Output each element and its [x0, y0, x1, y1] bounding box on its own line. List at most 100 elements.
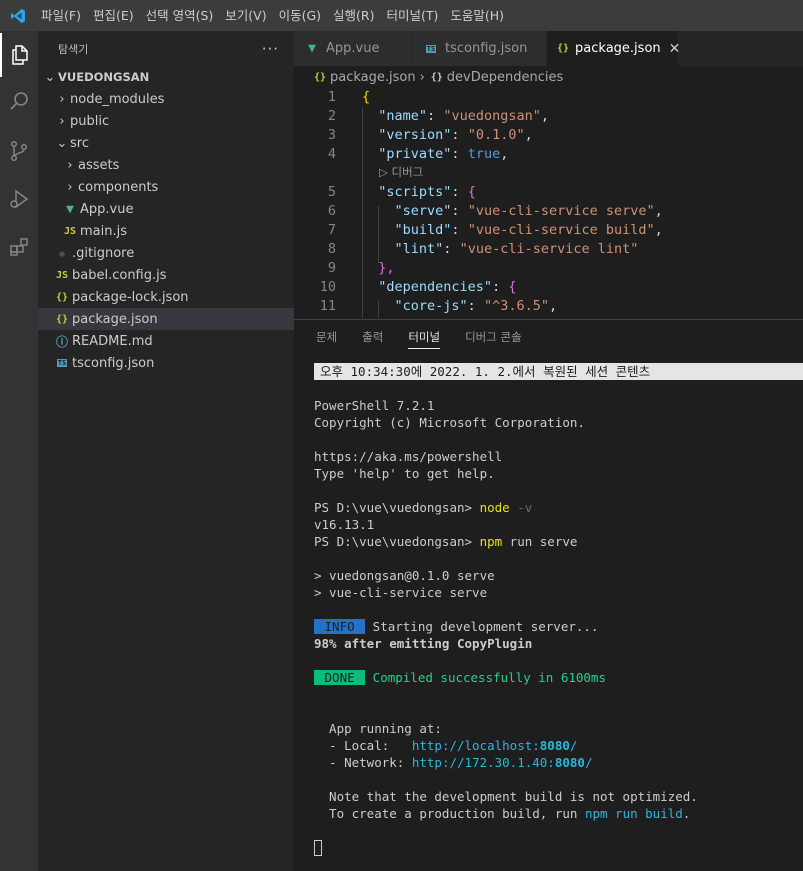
- tree-item-label: assets: [78, 157, 120, 173]
- editor-tab-bar: ▼ App.vue TS tsconfig.json {} package.js…: [294, 31, 803, 66]
- code-editor[interactable]: 1{ 2 "name": "vuedongsan", 3 "version": …: [294, 88, 803, 318]
- git-icon: ◆: [58, 246, 66, 260]
- tree-item-src[interactable]: ⌄ src: [38, 132, 294, 154]
- tab-app-vue[interactable]: ▼ App.vue: [294, 31, 413, 66]
- more-actions-icon[interactable]: ···: [262, 40, 279, 58]
- terminal-cursor: [314, 840, 322, 856]
- code-line: 3 "version": "0.1.0",: [327, 127, 533, 143]
- explorer-header: 탐색기 ···: [38, 31, 294, 66]
- tree-item-tsconfig[interactable]: TS tsconfig.json: [38, 352, 294, 374]
- debug-codelens[interactable]: ▷ 디버그: [379, 164, 423, 180]
- network-url-link[interactable]: http://172.30.1.40:8080/: [412, 755, 593, 770]
- menu-help[interactable]: 도움말(H): [444, 0, 510, 31]
- chevron-down-icon: ⌄: [56, 135, 68, 151]
- tree-item-label: node_modules: [70, 91, 165, 107]
- menu-go[interactable]: 이동(G): [273, 0, 327, 31]
- json-icon: {}: [557, 43, 570, 54]
- chevron-down-icon: ⌄: [44, 69, 56, 85]
- tab-label: App.vue: [326, 41, 380, 56]
- tree-item-main-js[interactable]: JS main.js: [38, 220, 294, 242]
- code-line: 1{: [327, 89, 371, 105]
- menu-edit[interactable]: 편집(E): [87, 0, 140, 31]
- ts-icon: TS: [56, 359, 68, 367]
- chevron-right-icon: ›: [59, 91, 65, 107]
- menu-file[interactable]: 파일(F): [35, 0, 87, 31]
- json-icon: {}: [55, 313, 69, 325]
- terminal-line: Copyright (c) Microsoft Corporation.: [314, 415, 585, 430]
- tree-item-assets[interactable]: › assets: [38, 154, 294, 176]
- terminal-line: INFO Starting development server...: [314, 618, 598, 635]
- vue-icon: ▼: [66, 201, 74, 217]
- activity-bar: [0, 31, 38, 871]
- tree-item-label: tsconfig.json: [72, 355, 155, 371]
- tree-item-readme[interactable]: ⓘ README.md: [38, 330, 294, 352]
- tree-item-label: App.vue: [80, 201, 134, 217]
- extensions-icon[interactable]: [0, 225, 38, 269]
- terminal-line: PowerShell 7.2.1: [314, 398, 435, 413]
- source-control-icon[interactable]: [0, 129, 38, 173]
- menu-terminal[interactable]: 터미널(T): [381, 0, 445, 31]
- restored-session-banner: 오후 10:34:30에 2022. 1. 2.에서 복원된 세션 콘텐츠: [314, 363, 803, 380]
- info-icon: ⓘ: [55, 334, 68, 349]
- tree-root-folder[interactable]: ⌄ VUEDONGSAN: [38, 66, 294, 88]
- chevron-right-icon: ›: [59, 113, 65, 129]
- tree-item-label: public: [70, 113, 110, 129]
- terminal-line: 98% after emitting CopyPlugin: [314, 636, 533, 651]
- tree-item-label: package.json: [72, 311, 158, 327]
- tree-item-package-json[interactable]: {} package.json: [38, 308, 294, 330]
- terminal-line: To create a production build, run npm ru…: [314, 806, 691, 821]
- tree-item-package-lock[interactable]: {} package-lock.json: [38, 286, 294, 308]
- js-icon: JS: [55, 269, 69, 281]
- explorer-title: 탐색기: [58, 42, 89, 56]
- tree-item-app-vue[interactable]: ▼ App.vue: [38, 198, 294, 220]
- code-line: 11 "core-js": "^3.6.5",: [319, 298, 558, 314]
- local-url-link[interactable]: http://localhost:8080/: [412, 738, 578, 753]
- tree-item-label: package-lock.json: [72, 289, 189, 305]
- tab-debug-console[interactable]: 디버그 콘솔: [465, 320, 522, 355]
- menu-run[interactable]: 실행(R): [327, 0, 380, 31]
- ts-icon: TS: [425, 44, 437, 53]
- json-icon: {}: [313, 71, 327, 83]
- tab-output[interactable]: 출력: [362, 320, 383, 355]
- explorer-icon[interactable]: [0, 33, 38, 77]
- tab-label: tsconfig.json: [445, 41, 528, 56]
- tab-tsconfig[interactable]: TS tsconfig.json: [413, 31, 547, 66]
- terminal-line: v16.13.1: [314, 517, 375, 532]
- tab-label: package.json: [575, 41, 661, 56]
- terminal-line: https://aka.ms/powershell: [314, 449, 503, 464]
- tree-item-components[interactable]: › components: [38, 176, 294, 198]
- close-icon[interactable]: ✕: [669, 41, 681, 57]
- code-line: 9 },: [327, 260, 395, 276]
- tree-item-babel-config[interactable]: JS babel.config.js: [38, 264, 294, 286]
- bottom-panel: 문제 출력 터미널 디버그 콘솔 오후 10:34:30에 2022. 1. 2…: [294, 319, 803, 871]
- tab-problems[interactable]: 문제: [316, 320, 337, 355]
- terminal-line: - Local: http://localhost:8080/: [314, 738, 578, 753]
- info-badge: INFO: [314, 619, 366, 634]
- code-line: 4 "private": true,: [327, 146, 509, 162]
- tab-package-json[interactable]: {} package.json ✕: [547, 31, 681, 66]
- menu-view[interactable]: 보기(V): [219, 0, 272, 31]
- code-line: 10 "dependencies": {: [319, 279, 517, 295]
- explorer-sidebar: 탐색기 ··· ⌄ VUEDONGSAN › node_modules › pu…: [38, 31, 294, 871]
- terminal-line: App running at:: [314, 721, 442, 736]
- breadcrumb-symbol[interactable]: devDependencies: [447, 70, 563, 85]
- tree-item-label: .gitignore: [72, 245, 135, 261]
- search-icon[interactable]: [0, 79, 38, 123]
- terminal-line: Type 'help' to get help.: [314, 466, 495, 481]
- tab-terminal[interactable]: 터미널: [408, 320, 440, 355]
- menu-selection[interactable]: 선택 영역(S): [140, 0, 220, 31]
- breadcrumb-file[interactable]: package.json: [330, 70, 416, 85]
- terminal-line: PS D:\vue\vuedongsan> node -v: [314, 500, 533, 515]
- vue-icon: ▼: [308, 41, 316, 56]
- run-debug-icon[interactable]: [0, 177, 38, 221]
- panel-tab-bar: 문제 출력 터미널 디버그 콘솔: [294, 320, 803, 355]
- terminal-line: > vuedongsan@0.1.0 serve: [314, 568, 495, 583]
- code-line: 5 "scripts": {: [327, 184, 476, 200]
- tree-item-label: src: [70, 135, 89, 151]
- js-icon: JS: [63, 225, 77, 237]
- code-line: 8 "lint": "vue-cli-service lint": [327, 241, 639, 257]
- tree-item-node-modules[interactable]: › node_modules: [38, 88, 294, 110]
- tree-item-gitignore[interactable]: ◆ .gitignore: [38, 242, 294, 264]
- tree-item-public[interactable]: › public: [38, 110, 294, 132]
- code-line: 6 "serve": "vue-cli-service serve",: [327, 203, 663, 219]
